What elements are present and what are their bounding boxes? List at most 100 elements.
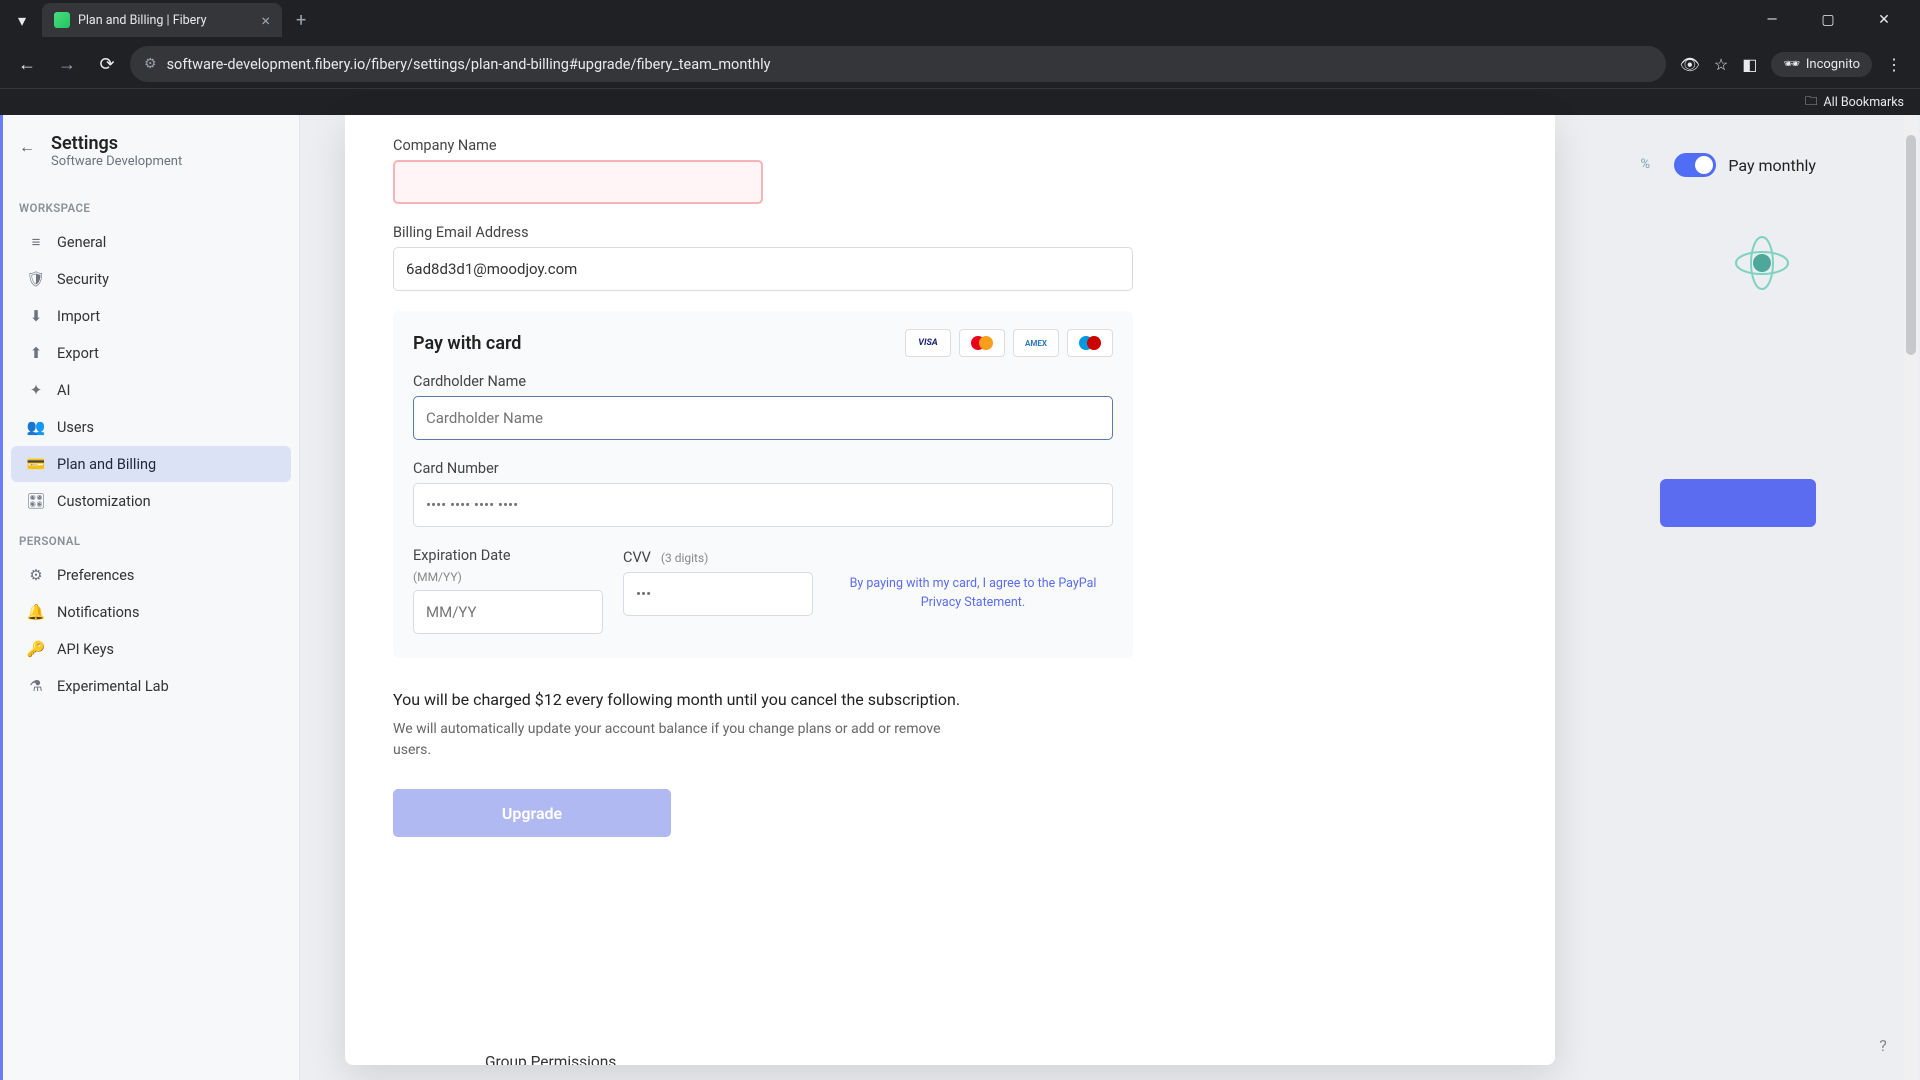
close-tab-icon[interactable]: × (261, 11, 270, 30)
sidebar-subtitle: Software Development (51, 154, 182, 169)
cardholder-name-field: Cardholder Name (413, 373, 1113, 440)
upgrade-modal: Company Name Billing Email Address Pay w… (345, 115, 1555, 1065)
palette-icon: 🎛 (27, 492, 45, 510)
all-bookmarks-folder[interactable]: 🗀 All Bookmarks (1805, 92, 1904, 113)
company-name-field: Company Name (393, 137, 1507, 204)
browser-tab[interactable]: Plan and Billing | Fibery × (42, 3, 282, 37)
sparkle-icon: ✦ (27, 381, 45, 399)
upgrade-button[interactable]: Upgrade (393, 789, 671, 837)
back-button[interactable]: ← (10, 47, 44, 81)
sidebar-item-export[interactable]: ⬆Export (11, 335, 291, 371)
sidebar-back-button[interactable]: ← (19, 137, 41, 159)
minimize-button[interactable]: — (1752, 12, 1792, 28)
incognito-label: Incognito (1806, 57, 1860, 72)
card-number-input[interactable] (413, 483, 1113, 527)
cvv-label: CVV (623, 549, 651, 566)
settings-sidebar: ← Settings Software Development WORKSPAC… (0, 115, 300, 1080)
site-info-icon[interactable]: ⚙ (144, 56, 157, 72)
browser-chrome: ▾ Plan and Billing | Fibery × + — ▢ ✕ ← … (0, 0, 1920, 115)
exp-cvv-row: Expiration Date (MM/YY) CVV (3 digits) B… (413, 547, 1113, 634)
sidebar-item-label: Customization (57, 493, 151, 510)
folder-icon: 🗀 (1805, 92, 1818, 113)
sidebar-item-preferences[interactable]: ⚙Preferences (11, 557, 291, 593)
sidebar-item-api-keys[interactable]: 🔑API Keys (11, 631, 291, 667)
expiration-field: Expiration Date (MM/YY) (413, 547, 603, 634)
card-icon: 💳 (27, 455, 45, 473)
sidebar-item-users[interactable]: 👥 Users (11, 409, 291, 445)
reload-button[interactable]: ⟳ (90, 47, 124, 81)
help-button[interactable]: ? (1872, 1036, 1894, 1058)
card-brand-logos: VISA AMEX (905, 329, 1113, 357)
sidebar-item-label: Users (57, 419, 94, 436)
amex-logo-icon: AMEX (1013, 329, 1059, 357)
cvv-sublabel: (3 digits) (661, 551, 708, 565)
visa-logo-icon: VISA (905, 329, 951, 357)
section-workspace: WORKSPACE (3, 187, 299, 223)
expiration-label: Expiration Date (413, 547, 603, 564)
key-icon: 🔑 (27, 640, 45, 658)
toolbar-right: 👁 ☆ ◧ 🕶 Incognito ⋮ (1672, 52, 1910, 77)
cardholder-name-label: Cardholder Name (413, 373, 1113, 390)
kebab-menu-icon[interactable]: ⋮ (1886, 55, 1902, 74)
url-bar[interactable]: ⚙ software-development.fibery.io/fibery/… (130, 46, 1666, 82)
sidebar-item-general[interactable]: ≡General (11, 224, 291, 260)
auto-update-text: We will automatically update your accoun… (393, 719, 963, 761)
sidebar-item-label: Plan and Billing (57, 456, 156, 473)
card-number-label: Card Number (413, 460, 1113, 477)
section-personal: PERSONAL (3, 520, 299, 556)
vertical-scrollbar[interactable] (1904, 115, 1918, 1080)
group-permissions-peek: Group Permissions (485, 1053, 616, 1065)
bookmarks-bar: 🗀 All Bookmarks (0, 88, 1920, 115)
cvv-input[interactable] (623, 572, 813, 616)
address-bar: ← → ⟳ ⚙ software-development.fibery.io/f… (0, 40, 1920, 88)
tab-search-dropdown[interactable]: ▾ (8, 6, 36, 34)
tab-bar: ▾ Plan and Billing | Fibery × + — ▢ ✕ (0, 0, 1920, 40)
plan-action-button-peek[interactable] (1660, 479, 1816, 527)
favicon-icon (54, 12, 70, 28)
sidebar-item-label: Notifications (57, 604, 139, 621)
tab-title: Plan and Billing | Fibery (78, 13, 207, 28)
expiration-input[interactable] (413, 590, 603, 634)
company-name-input[interactable] (393, 160, 763, 204)
pay-with-card-title: Pay with card (413, 333, 521, 354)
pay-with-card-section: Pay with card VISA AMEX Cardholder Name (393, 311, 1133, 658)
sidebar-item-customization[interactable]: 🎛 Customization (11, 483, 291, 519)
sidebar-item-plan-billing[interactable]: 💳 Plan and Billing (11, 446, 291, 482)
all-bookmarks-label: All Bookmarks (1824, 95, 1905, 110)
app-viewport: ← Settings Software Development WORKSPAC… (0, 115, 1920, 1080)
sliders-icon: ≡ (27, 233, 45, 251)
incognito-icon: 🕶 (1783, 57, 1800, 72)
sidebar-item-label: Security (57, 271, 109, 288)
cardholder-name-input[interactable] (413, 396, 1113, 440)
forward-button[interactable]: → (50, 47, 84, 81)
incognito-badge[interactable]: 🕶 Incognito (1771, 52, 1872, 77)
bookmark-star-icon[interactable]: ☆ (1714, 55, 1728, 74)
cvv-field: CVV (3 digits) (623, 547, 813, 616)
sidebar-header: ← Settings Software Development (3, 133, 299, 187)
sidebar-item-label: Experimental Lab (57, 678, 169, 695)
tracking-icon[interactable]: 👁 (1680, 55, 1700, 74)
billing-email-label: Billing Email Address (393, 224, 1507, 241)
sidebar-item-notifications[interactable]: 🔔 Notifications (11, 594, 291, 630)
export-icon: ⬆ (27, 344, 45, 362)
sidebar-item-import[interactable]: ⬇Import (11, 298, 291, 334)
discount-percent-peek: % (1640, 157, 1650, 172)
expiration-sublabel: (MM/YY) (413, 570, 603, 584)
mastercard-logo-icon (959, 329, 1005, 357)
maestro-logo-icon (1067, 329, 1113, 357)
bell-icon: 🔔 (27, 603, 45, 621)
new-tab-button[interactable]: + (282, 10, 320, 31)
side-panel-icon[interactable]: ◧ (1742, 55, 1757, 74)
import-icon: ⬇ (27, 307, 45, 325)
close-window-button[interactable]: ✕ (1864, 12, 1904, 28)
billing-email-input[interactable] (393, 247, 1133, 291)
company-name-label: Company Name (393, 137, 1507, 154)
sidebar-item-security[interactable]: 🛡Security (11, 261, 291, 297)
sidebar-item-ai[interactable]: ✦AI (11, 372, 291, 408)
scrollbar-thumb[interactable] (1906, 135, 1916, 355)
maximize-button[interactable]: ▢ (1808, 12, 1848, 28)
pay-monthly-toggle[interactable] (1674, 153, 1716, 177)
users-icon: 👥 (27, 418, 45, 436)
sidebar-item-experimental[interactable]: ⚗Experimental Lab (11, 668, 291, 704)
paypal-agreement-text[interactable]: By paying with my card, I agree to the P… (833, 547, 1113, 613)
